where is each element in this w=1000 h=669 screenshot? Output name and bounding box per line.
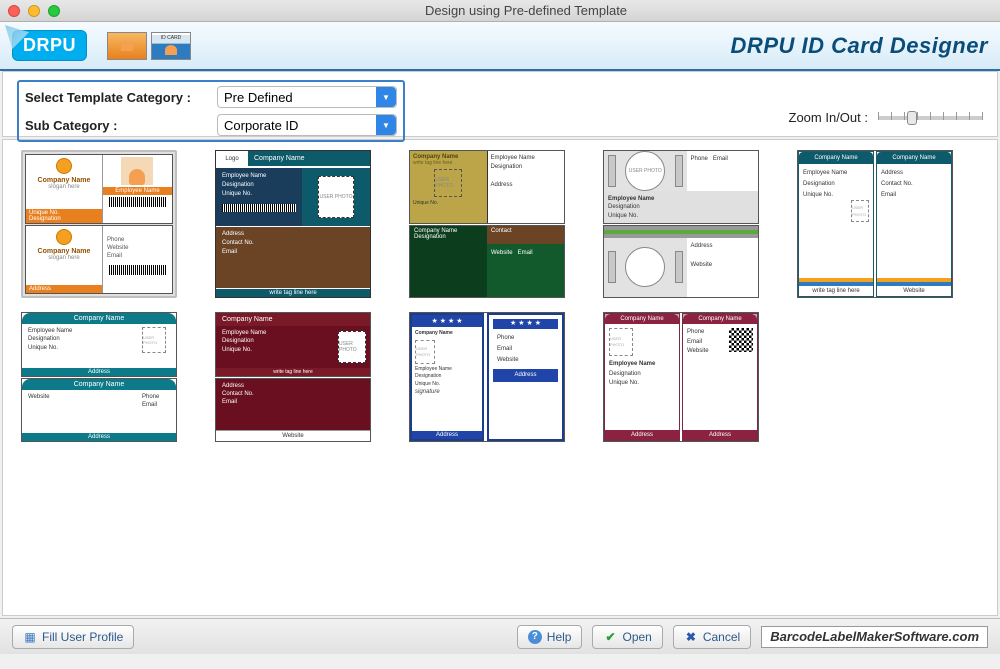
bottom-toolbar: ▦ Fill User Profile ? Help ✔ Open ✖ Canc…	[0, 618, 1000, 654]
cancel-button[interactable]: ✖ Cancel	[673, 625, 751, 649]
fill-profile-button[interactable]: ▦ Fill User Profile	[12, 625, 134, 649]
template-item[interactable]: Company Name Employee Name Designation U…	[797, 150, 953, 298]
minimize-icon[interactable]	[28, 5, 40, 17]
template-item[interactable]: Logo Company Name Employee Name Designat…	[215, 150, 371, 298]
category-select[interactable]: Pre Defined ▼	[217, 86, 397, 108]
sample-card-icon	[107, 32, 147, 60]
controls-bar: Select Template Category : Pre Defined ▼…	[2, 71, 998, 137]
window-controls	[8, 5, 60, 17]
chevron-down-icon: ▼	[376, 115, 396, 135]
subcategory-row: Sub Category : Corporate ID ▼	[25, 114, 397, 136]
template-item[interactable]: Company Name slogan here Unique No.Desig…	[21, 150, 177, 298]
zoom-icon[interactable]	[48, 5, 60, 17]
zoom-slider[interactable]	[878, 116, 983, 120]
category-label: Select Template Category :	[25, 90, 207, 105]
app-title: DRPU ID Card Designer	[731, 33, 988, 59]
template-item[interactable]: Company Name write tag line here USER PH…	[409, 150, 565, 298]
profile-icon: ▦	[23, 630, 37, 644]
template-item[interactable]: ★ ★ ★ ★ Company Name USER PHOTO Employee…	[409, 312, 565, 442]
close-icon[interactable]	[8, 5, 20, 17]
close-icon: ✖	[684, 630, 698, 644]
logo: DRPU ID CARD	[12, 30, 191, 61]
titlebar: Design using Pre-defined Template	[0, 0, 1000, 22]
subcategory-select[interactable]: Corporate ID ▼	[217, 114, 397, 136]
zoom-label: Zoom In/Out :	[789, 110, 868, 125]
chevron-down-icon: ▼	[376, 87, 396, 107]
help-icon: ?	[528, 630, 542, 644]
open-button[interactable]: ✔ Open	[592, 625, 662, 649]
template-item[interactable]: Company Name USER PHOTO Employee Name De…	[603, 312, 759, 442]
zoom-control: Zoom In/Out :	[789, 110, 983, 125]
selector-group: Select Template Category : Pre Defined ▼…	[17, 80, 405, 142]
sample-card-icon: ID CARD	[151, 32, 191, 60]
app-header: DRPU ID CARD DRPU ID Card Designer	[0, 22, 1000, 71]
header-sample-cards: ID CARD	[107, 32, 191, 60]
help-button[interactable]: ? Help	[517, 625, 583, 649]
website-url: BarcodeLabelMakerSoftware.com	[761, 626, 988, 648]
check-icon: ✔	[603, 630, 617, 644]
subcategory-value: Corporate ID	[224, 118, 298, 133]
template-gallery: Company Name slogan here Unique No.Desig…	[2, 139, 998, 616]
category-value: Pre Defined	[224, 90, 293, 105]
template-item[interactable]: USER PHOTO Phone Email Employee NameDesi…	[603, 150, 759, 298]
template-item[interactable]: Company Name Employee NameDesignationUni…	[215, 312, 371, 442]
qr-icon	[729, 328, 753, 352]
window-title: Design using Pre-defined Template	[60, 3, 992, 18]
template-item[interactable]: Company Name Employee NameDesignationUni…	[21, 312, 177, 442]
logo-text: DRPU	[12, 30, 87, 61]
slider-thumb-icon[interactable]	[907, 111, 917, 125]
category-row: Select Template Category : Pre Defined ▼	[25, 86, 397, 108]
subcategory-label: Sub Category :	[25, 118, 207, 133]
